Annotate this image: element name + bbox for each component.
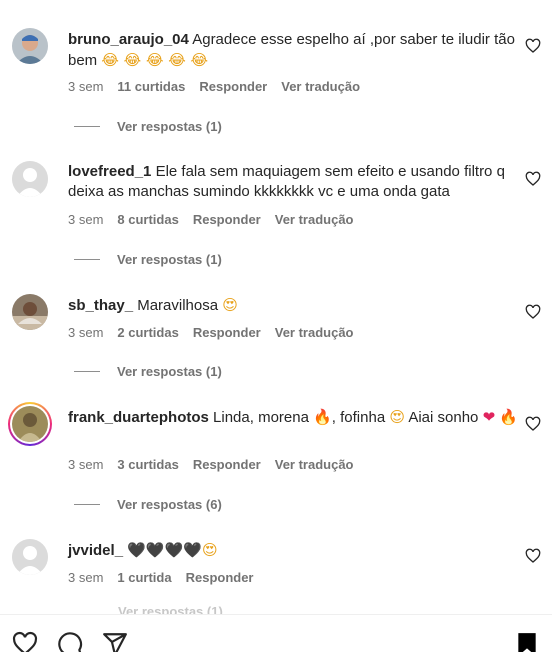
- like-comment-button[interactable]: [525, 416, 541, 432]
- comment-time: 3 sem: [68, 79, 104, 94]
- fire-emoji-icon: 🔥: [313, 408, 332, 426]
- comment-username[interactable]: frank_duartephotos: [68, 409, 209, 426]
- comment-button[interactable]: [57, 631, 83, 652]
- translate-button[interactable]: Ver tradução: [275, 325, 354, 340]
- reply-button[interactable]: Responder: [186, 570, 254, 585]
- comment-username[interactable]: bruno_araujo_04: [68, 31, 189, 48]
- comment-time: 3 sem: [68, 325, 104, 340]
- avatar[interactable]: [12, 294, 48, 330]
- comment-text: sb_thay_ Maravilhosa 😍: [68, 295, 518, 316]
- reply-button[interactable]: Responder: [199, 79, 267, 94]
- like-post-button[interactable]: [12, 631, 38, 652]
- translate-button[interactable]: Ver tradução: [281, 79, 360, 94]
- like-comment-button[interactable]: [525, 548, 541, 564]
- comment-bubble-icon: [58, 632, 83, 652]
- share-button[interactable]: [102, 631, 128, 652]
- reply-button[interactable]: Responder: [193, 325, 261, 340]
- comment-time: 3 sem: [68, 457, 104, 472]
- view-replies-button[interactable]: Ver respostas (1): [74, 252, 222, 267]
- comment-meta: 3 sem 11 curtidas Responder Ver tradução: [68, 79, 360, 94]
- heart-eyes-emoji-icon: 😍: [222, 296, 238, 314]
- heart-outline-icon: [12, 631, 38, 652]
- like-comment-button[interactable]: [525, 171, 541, 187]
- avatar[interactable]: [12, 28, 48, 64]
- comment-body-a: Linda, morena: [213, 409, 309, 426]
- black-heart-emoji-icons: 🖤🖤🖤🖤: [127, 541, 202, 559]
- heart-outline-icon: [525, 171, 541, 186]
- default-avatar-icon: [12, 161, 48, 197]
- view-replies-button[interactable]: Ver respostas (1): [74, 364, 222, 379]
- comment-likes[interactable]: 3 curtidas: [117, 457, 178, 472]
- translate-button[interactable]: Ver tradução: [275, 457, 354, 472]
- replies-divider: [74, 259, 100, 260]
- user-photo-icon: [12, 294, 48, 330]
- user-photo-icon: [12, 28, 48, 64]
- avatar-picture: [12, 406, 48, 442]
- default-avatar-icon: [12, 539, 48, 575]
- replies-divider: [74, 371, 100, 372]
- comment-text: frank_duartephotos Linda, morena 🔥, fofi…: [68, 407, 518, 428]
- comment-time: 3 sem: [68, 212, 104, 227]
- like-comment-button[interactable]: [525, 38, 541, 54]
- avatar[interactable]: [12, 539, 48, 575]
- comment-likes[interactable]: 8 curtidas: [117, 212, 178, 227]
- comment-body-b: , fofinha: [331, 409, 386, 426]
- comment-body: Maravilhosa: [137, 297, 219, 314]
- view-replies-label: Ver respostas (1): [117, 119, 222, 134]
- comment-likes[interactable]: 2 curtidas: [117, 325, 178, 340]
- comment-username[interactable]: sb_thay_: [68, 297, 133, 314]
- comment-time: 3 sem: [68, 570, 104, 585]
- comment-body-c: Aiai sonho: [408, 409, 479, 426]
- laughing-emoji-icons: 😂 😂 😂 😂 😂: [101, 51, 209, 69]
- reply-button[interactable]: Responder: [193, 457, 261, 472]
- view-replies-button[interactable]: Ver respostas (1): [74, 119, 222, 134]
- heart-outline-icon: [525, 38, 541, 53]
- reply-button[interactable]: Responder: [193, 212, 261, 227]
- comment-meta: 3 sem 8 curtidas Responder Ver tradução: [68, 212, 354, 227]
- comment-text: jvvidel_ 🖤🖤🖤🖤😍: [68, 540, 518, 561]
- replies-divider: [74, 504, 100, 505]
- paper-plane-icon: [103, 633, 127, 652]
- view-replies-label: Ver respostas (6): [117, 497, 222, 512]
- heart-eyes-emoji-icon: 😍: [201, 541, 218, 559]
- heart-outline-icon: [525, 416, 541, 431]
- save-button[interactable]: [514, 631, 540, 652]
- heart-eyes-emoji-icon: 😍: [389, 408, 405, 426]
- view-replies-label: Ver respostas (1): [117, 252, 222, 267]
- comment-likes[interactable]: 1 curtida: [117, 570, 171, 585]
- translate-button[interactable]: Ver tradução: [275, 212, 354, 227]
- comment-username[interactable]: jvvidel_: [68, 542, 123, 559]
- like-comment-button[interactable]: [525, 304, 541, 320]
- bookmark-filled-icon: [518, 633, 536, 652]
- heart-outline-icon: [525, 548, 541, 563]
- fire-emoji-icon: 🔥: [499, 408, 518, 426]
- avatar[interactable]: [12, 161, 48, 197]
- comment-likes[interactable]: 11 curtidas: [117, 79, 185, 94]
- comment-text: bruno_araujo_04 Agradece esse espelho aí…: [68, 30, 518, 71]
- comment-meta: 3 sem 1 curtida Responder: [68, 570, 254, 585]
- comment-meta: 3 sem 3 curtidas Responder Ver tradução: [68, 457, 354, 472]
- heart-outline-icon: [525, 304, 541, 319]
- comment-meta: 3 sem 2 curtidas Responder Ver tradução: [68, 325, 354, 340]
- comment-text: lovefreed_1 Ele fala sem maquiagem sem e…: [68, 162, 518, 202]
- user-photo-icon: [12, 406, 48, 442]
- red-heart-emoji-icon: ❤: [482, 408, 496, 426]
- post-action-bar: [0, 614, 552, 652]
- avatar-with-story-ring[interactable]: [8, 402, 52, 446]
- view-replies-button[interactable]: Ver respostas (6): [74, 497, 222, 512]
- comment-username[interactable]: lovefreed_1: [68, 163, 151, 180]
- replies-divider: [74, 126, 100, 127]
- view-replies-label: Ver respostas (1): [117, 364, 222, 379]
- avatar-ring-inner: [10, 404, 50, 444]
